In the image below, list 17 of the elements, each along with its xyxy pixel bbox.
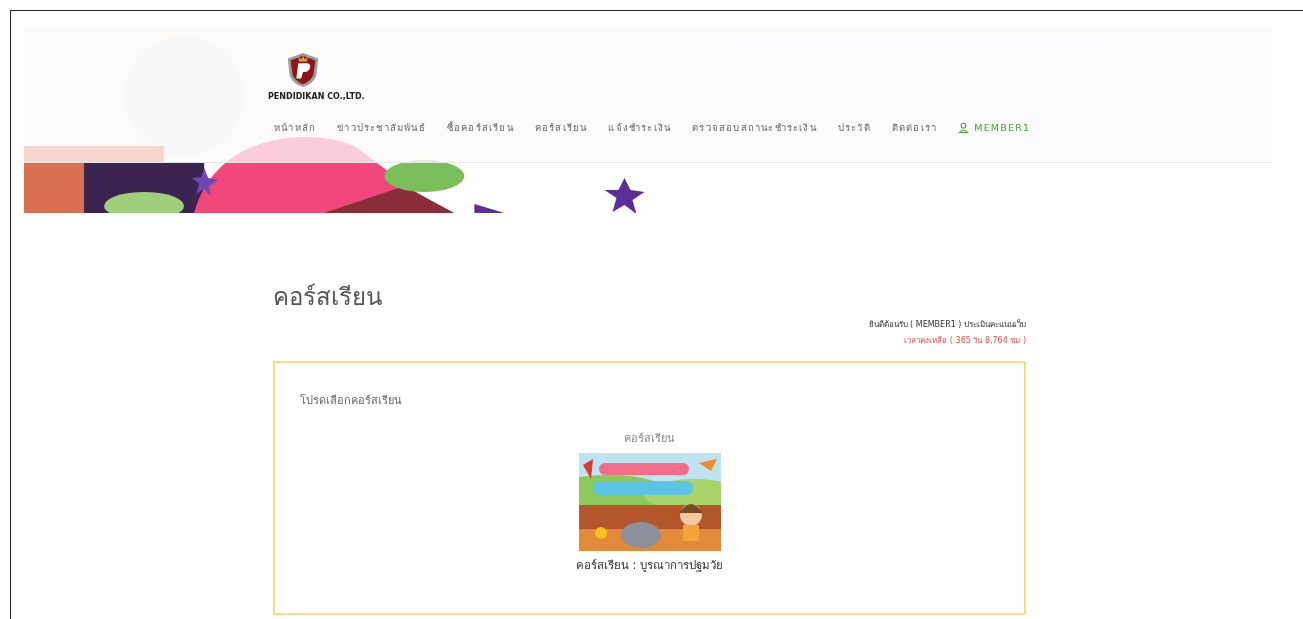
- company-name: PENDIDIKAN CO.,LTD.: [268, 92, 365, 101]
- page-title: คอร์สเรียน: [273, 282, 383, 313]
- nav-link[interactable]: แจ้งชำระเงิน: [608, 120, 672, 135]
- course-caption[interactable]: คอร์สเรียน : บูรณาการปฐมวัย: [575, 556, 724, 574]
- user-icon: [958, 122, 970, 133]
- nav-link[interactable]: ตรวจสอบสถานะชำระเงิน: [692, 120, 817, 135]
- time-left-text: เวลาคงเหลือ ( 365 วัน 8,764 ชม ): [903, 335, 1026, 347]
- nav-link[interactable]: ประวัติ: [837, 120, 871, 135]
- nav-link[interactable]: หน้าหลัก: [274, 120, 317, 135]
- member-link[interactable]: MEMBER1: [958, 122, 1031, 133]
- nav-link[interactable]: ข่าวประชาสัมพันธ์: [337, 120, 426, 135]
- nav-link[interactable]: ซื้อคอร์สเรียน: [446, 120, 514, 135]
- course-heading: คอร์สเรียน: [624, 431, 675, 447]
- welcome-text: ยินดีต้อนรับ ( MEMBER1 ) ประเมินคะแนนเว็บ: [867, 318, 1026, 331]
- prompt-text: โปรดเลือกคอร์สเรียน: [300, 393, 403, 409]
- nav-link[interactable]: ติดต่อเรา: [891, 120, 938, 135]
- nav-link[interactable]: คอร์สเรียน: [534, 120, 588, 135]
